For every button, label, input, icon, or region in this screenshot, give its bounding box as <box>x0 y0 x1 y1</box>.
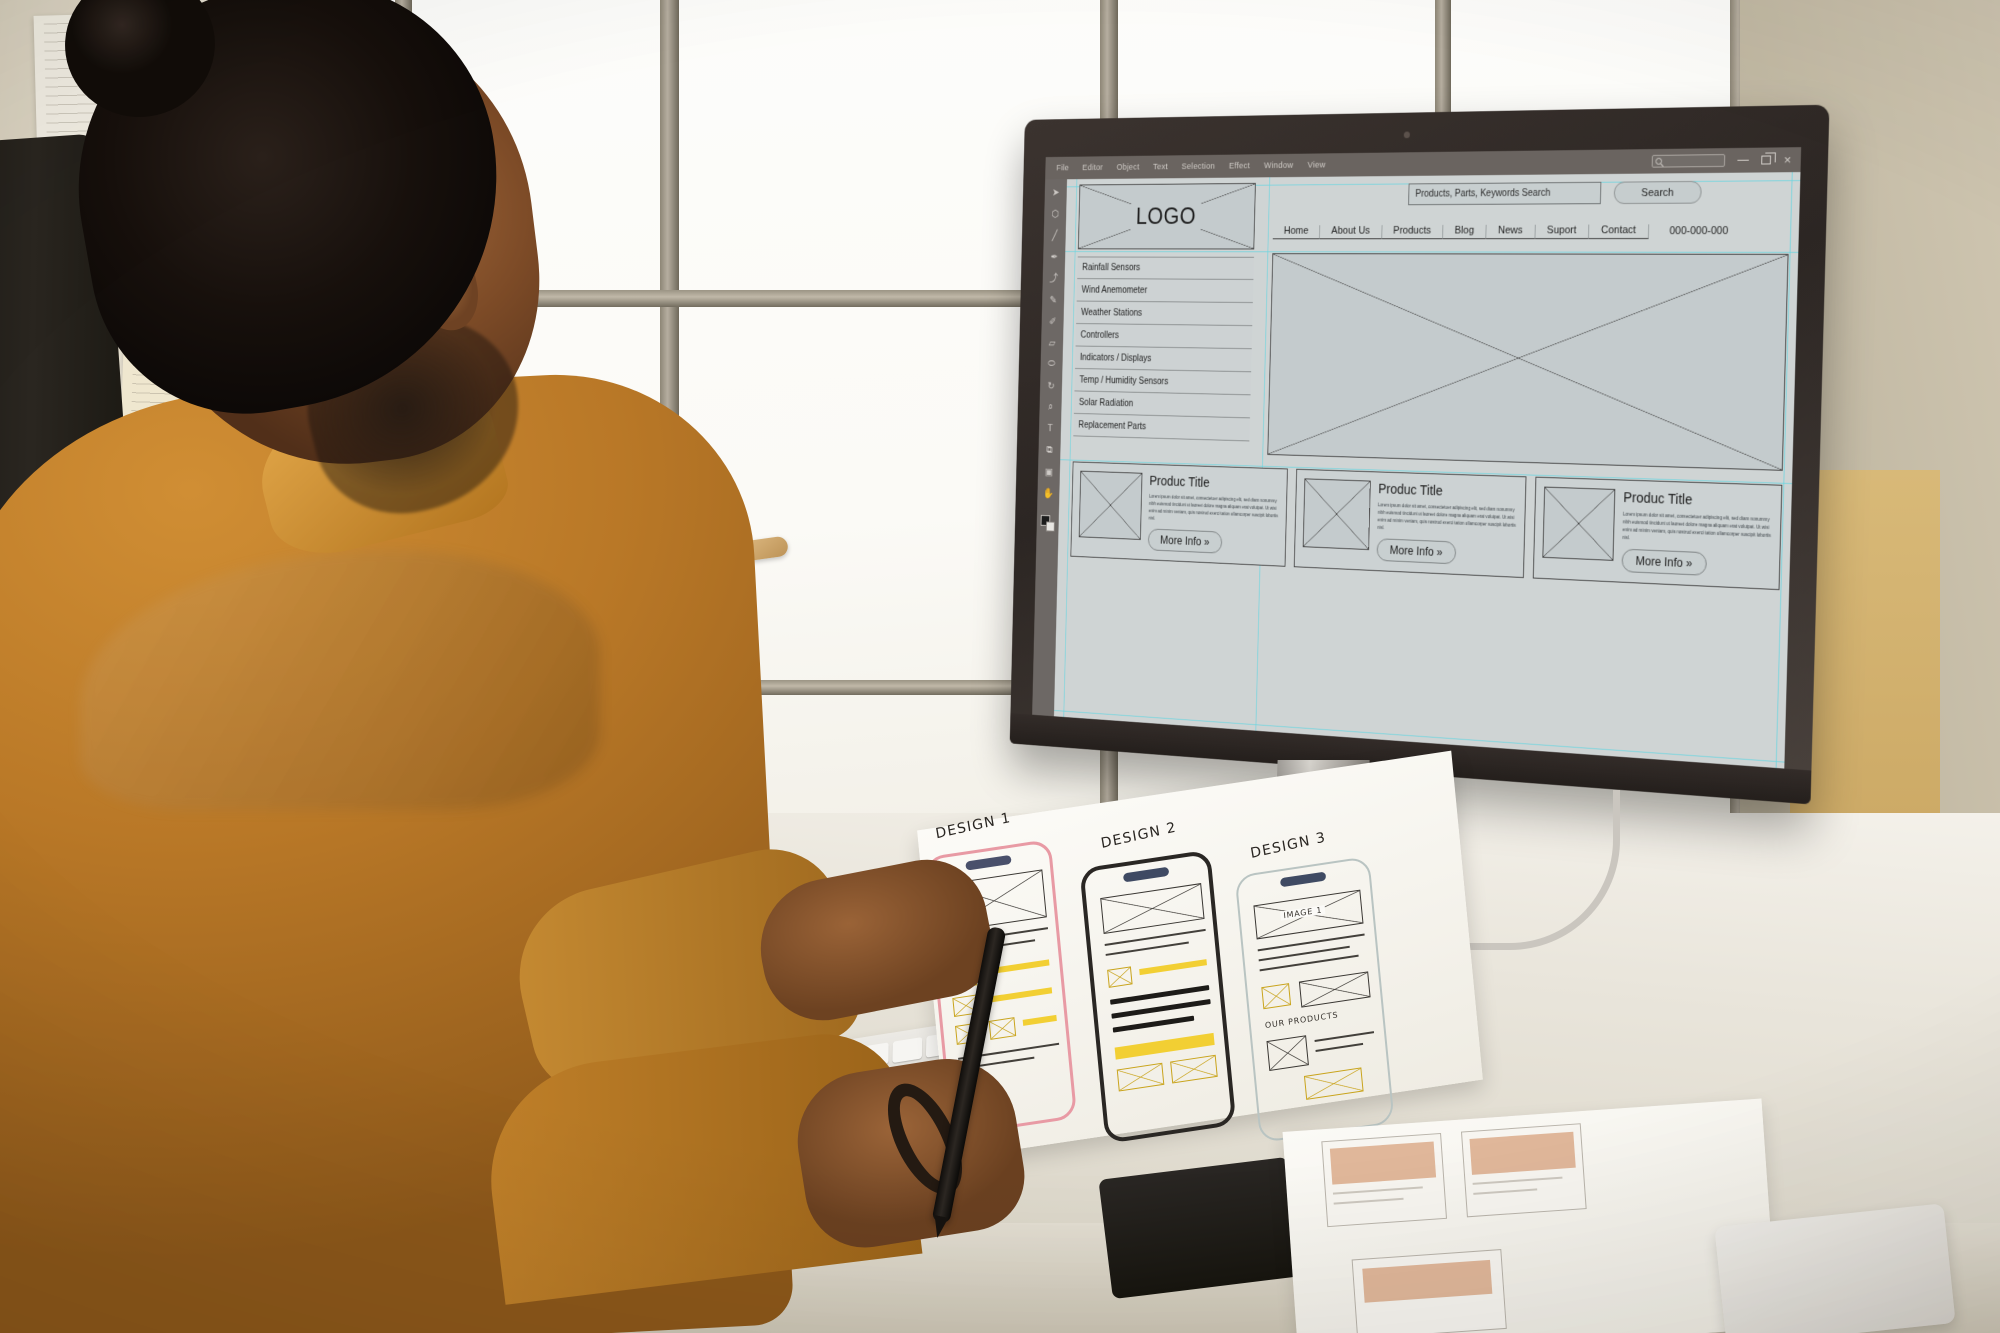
product-card-body: Lorem ipsum dolor sit amet, consectetuer… <box>1622 511 1772 548</box>
product-card-body: Lorem ipsum dolor sit amet, consectetuer… <box>1148 493 1278 528</box>
phone-on-desk <box>1714 1203 1955 1333</box>
product-card-body: Lorem ipsum dolor sit amet, consectetuer… <box>1377 502 1516 538</box>
menu-item-effect[interactable]: Effect <box>1229 161 1250 171</box>
product-cards-row: Produc Title Lorem ipsum dolor sit amet,… <box>1070 461 1782 590</box>
nav-item-news[interactable]: News <box>1486 225 1535 239</box>
webcam-icon <box>1403 132 1409 139</box>
nav-item-suport[interactable]: Suport <box>1535 225 1589 240</box>
product-card[interactable]: Produc Title Lorem ipsum dolor sit amet,… <box>1533 477 1783 591</box>
more-info-button[interactable]: More Info » <box>1148 529 1222 554</box>
product-card-title: Produc Title <box>1378 481 1517 501</box>
menu-item-window[interactable]: Window <box>1264 160 1294 171</box>
product-thumbnail-placeholder <box>1079 471 1143 540</box>
nav-item-products[interactable]: Products <box>1382 225 1444 239</box>
blob-brush-tool[interactable]: ⬭ <box>1046 358 1057 371</box>
minimize-icon[interactable] <box>1738 159 1749 161</box>
pencil-tool[interactable]: ✎ <box>1048 293 1059 306</box>
window-controls: × <box>1652 147 1792 173</box>
curvature-tool[interactable]: ⤴ <box>1048 272 1059 285</box>
site-search-input[interactable]: Products, Parts, Keywords Search <box>1408 182 1601 205</box>
nav-item-blog[interactable]: Blog <box>1443 225 1487 239</box>
site-search-row: Products, Parts, Keywords Search Search <box>1408 181 1702 205</box>
app-search-input[interactable] <box>1652 154 1726 168</box>
eraser-tool[interactable]: ▱ <box>1046 336 1057 349</box>
sidebar-item-indicators-displays[interactable]: Indicators / Displays <box>1075 346 1252 372</box>
paintbrush-tool[interactable]: ✐ <box>1047 315 1058 328</box>
office-scene: File Editor Object Text Selection Effect… <box>0 0 2000 1333</box>
website-wireframe: LOGO Rainfall Sensors Wind Anemometer We… <box>1067 178 1791 764</box>
product-card[interactable]: Produc Title Lorem ipsum dolor sit amet,… <box>1070 461 1287 566</box>
site-navigation: Home About Us Products Blog News Suport … <box>1273 224 1729 239</box>
close-icon[interactable]: × <box>1784 153 1792 166</box>
paper-mockup-sheet <box>1283 1099 1778 1333</box>
logo-placeholder: LOGO <box>1078 183 1256 250</box>
sketch-label-design-2: DESIGN 2 <box>1100 820 1178 852</box>
menu-item-text[interactable]: Text <box>1153 162 1168 172</box>
trackpad[interactable] <box>1098 1157 1301 1299</box>
type-tool[interactable]: T <box>1044 422 1055 435</box>
pen-tool[interactable]: ✒ <box>1049 250 1060 263</box>
product-thumbnail-placeholder <box>1542 487 1615 561</box>
sidebar-item-replacement-parts[interactable]: Replacement Parts <box>1073 414 1250 442</box>
computer-monitor: File Editor Object Text Selection Effect… <box>1010 105 1830 805</box>
sketch-phone-design-2 <box>1079 849 1236 1144</box>
contact-phone-number: 000-000-000 <box>1669 225 1728 239</box>
category-sidebar: Rainfall Sensors Wind Anemometer Weather… <box>1073 257 1254 442</box>
product-card-title: Produc Title <box>1623 489 1772 510</box>
sidebar-item-controllers[interactable]: Controllers <box>1076 324 1253 349</box>
selection-tool[interactable]: ➤ <box>1050 186 1061 199</box>
sidebar-item-rainfall-sensors[interactable]: Rainfall Sensors <box>1077 257 1254 280</box>
zoom-tool[interactable]: ⌕ <box>1045 401 1056 414</box>
hero-image-placeholder <box>1267 253 1788 471</box>
application-workarea: ➤ ⬡ ╱ ✒ ⤴ ✎ ✐ ▱ ⬭ ↻ ⌕ T ⧉ ▣ ✋ LOGO Rainf… <box>1032 172 1800 768</box>
artboard-tool[interactable]: ▣ <box>1043 465 1054 478</box>
shape-builder-tool[interactable]: ⧉ <box>1044 443 1055 456</box>
more-info-button[interactable]: More Info » <box>1621 549 1706 576</box>
design-canvas[interactable]: LOGO Rainfall Sensors Wind Anemometer We… <box>1054 172 1801 768</box>
line-tool[interactable]: ╱ <box>1049 229 1060 242</box>
sketch-label-design-3: DESIGN 3 <box>1249 830 1327 862</box>
direct-selection-tool[interactable]: ⬡ <box>1050 207 1061 220</box>
color-swatches[interactable] <box>1040 515 1054 532</box>
rotate-tool[interactable]: ↻ <box>1045 379 1056 392</box>
menu-item-file[interactable]: File <box>1056 163 1069 173</box>
monitor-bezel: File Editor Object Text Selection Effect… <box>1010 105 1830 805</box>
menu-item-object[interactable]: Object <box>1116 162 1139 172</box>
nav-item-about-us[interactable]: About Us <box>1320 225 1382 239</box>
logo-text: LOGO <box>1131 203 1201 230</box>
person-at-desk <box>0 0 860 1333</box>
sketch-phone-design-3: IMAGE 1 OUR PRODUCTS <box>1235 856 1395 1143</box>
search-icon <box>1656 158 1663 165</box>
sidebar-item-wind-anemometer[interactable]: Wind Anemometer <box>1077 279 1254 303</box>
product-thumbnail-placeholder <box>1303 478 1371 550</box>
site-search-button[interactable]: Search <box>1614 181 1702 204</box>
product-card-title: Produc Title <box>1149 473 1279 492</box>
nav-item-contact[interactable]: Contact <box>1589 224 1649 239</box>
restore-icon[interactable] <box>1762 155 1772 164</box>
sidebar-item-weather-stations[interactable]: Weather Stations <box>1076 301 1253 326</box>
hand-tool[interactable]: ✋ <box>1043 486 1054 499</box>
menu-item-selection[interactable]: Selection <box>1181 161 1215 171</box>
design-application: File Editor Object Text Selection Effect… <box>1032 147 1801 768</box>
more-info-button[interactable]: More Info » <box>1377 538 1457 564</box>
menu-item-view[interactable]: View <box>1307 160 1325 170</box>
monitor-screen: File Editor Object Text Selection Effect… <box>1032 147 1801 768</box>
menu-item-editor[interactable]: Editor <box>1082 163 1103 173</box>
stroke-color-swatch[interactable] <box>1046 521 1055 531</box>
product-card[interactable]: Produc Title Lorem ipsum dolor sit amet,… <box>1294 469 1527 578</box>
nav-item-home[interactable]: Home <box>1273 225 1321 239</box>
sketch-annotation-our-products: OUR PRODUCTS <box>1265 1010 1339 1030</box>
